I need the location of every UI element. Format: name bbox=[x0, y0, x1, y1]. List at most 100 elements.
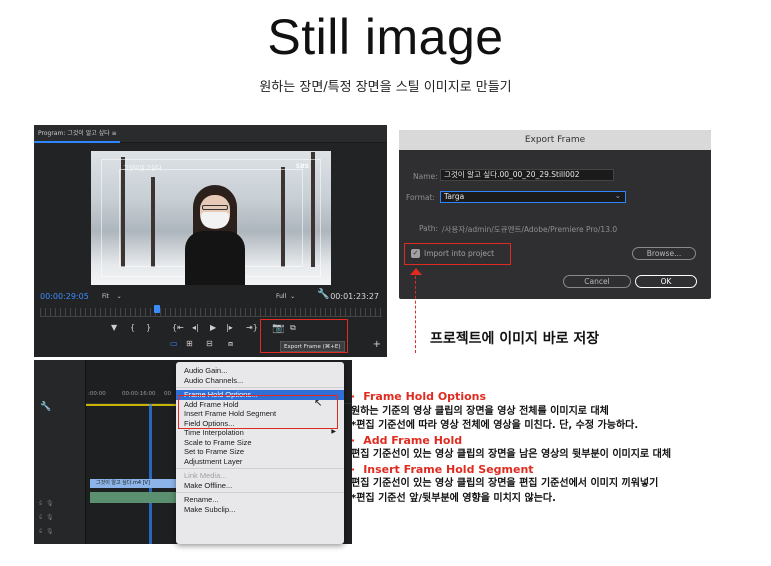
note-line: 편집 기준선이 있는 영상 클립의 장면을 남은 영상의 뒷부분이 이미지로 대… bbox=[351, 449, 672, 460]
menu-item-make-subclip[interactable]: Make Subclip... bbox=[176, 505, 344, 515]
resolution-select[interactable]: Full ⌄ bbox=[276, 293, 295, 300]
note-line: *편집 기준선에 따라 영상 전체에 영상을 미친다. 단, 수정 가능하다. bbox=[351, 420, 639, 431]
current-timecode[interactable]: 00:00:29:05 bbox=[40, 292, 89, 301]
go-to-out-icon[interactable]: ⇥} bbox=[246, 323, 258, 332]
dialog-title: Export Frame bbox=[399, 130, 711, 150]
note-line: 편집 기준선이 있는 영상 클립의 장면을 편집 기준선에서 이미지 끼워넣기 bbox=[351, 478, 659, 489]
cancel-button[interactable]: Cancel bbox=[563, 275, 631, 288]
arrow-up-icon bbox=[410, 268, 422, 275]
dashed-arrow-line bbox=[415, 271, 416, 353]
path-label: Path: bbox=[419, 224, 439, 233]
note-line: 원하는 기준의 영상 클립의 장면을 영상 전체를 이미지로 대체 bbox=[351, 405, 609, 417]
zoom-select[interactable]: Fit ⌄ bbox=[102, 293, 122, 300]
go-to-in-icon[interactable]: {⇤ bbox=[172, 323, 184, 332]
program-video-frame: 그것이알고싶다 SBS bbox=[91, 151, 331, 285]
add-marker-icon[interactable]: ▼ bbox=[111, 323, 117, 332]
mark-out-icon[interactable]: } bbox=[146, 323, 151, 332]
menu-item-label: Time Interpolation bbox=[184, 428, 244, 437]
frame-hold-notes: · Frame Hold Options 원하는 기준의 영상 클립의 장면을 영… bbox=[351, 390, 771, 506]
menu-separator bbox=[176, 492, 344, 493]
play-icon[interactable]: ▶ bbox=[210, 323, 216, 332]
menu-separator bbox=[176, 468, 344, 469]
import-label[interactable]: Import into project bbox=[424, 249, 494, 258]
format-value: Targa bbox=[444, 192, 465, 201]
note-heading-frame-hold-options: · Frame Hold Options bbox=[351, 390, 771, 405]
note-line: *편집 기준선 앞/뒷부분에 영향을 미치지 않는다. bbox=[351, 492, 556, 504]
note-heading-text: Insert Frame Hold Segment bbox=[363, 462, 534, 476]
program-panel-title[interactable]: Program: 그것이 알고 싶다 ≡ bbox=[38, 130, 117, 137]
extract-icon[interactable]: ⊟ bbox=[206, 339, 213, 348]
timeline-time-a: :00:00 bbox=[88, 391, 106, 397]
note-heading-add-frame-hold: · Add Frame Hold bbox=[351, 434, 771, 449]
video-clip[interactable]: 그것이 알고 싶다.m4 [V] bbox=[90, 479, 182, 488]
broadcast-watermark: 그것이알고싶다 bbox=[123, 165, 162, 172]
note-heading-insert-frame-hold-segment: · Insert Frame Hold Segment bbox=[351, 463, 771, 478]
track-a3-header[interactable]: ś 🎙 bbox=[39, 528, 54, 535]
work-area-bar[interactable] bbox=[86, 404, 186, 406]
zoom-value: Fit bbox=[102, 293, 110, 300]
ruler-baseline bbox=[40, 316, 382, 317]
glasses bbox=[202, 205, 228, 210]
chevron-down-icon: ⌄ bbox=[109, 293, 122, 300]
page-subtitle: 원하는 장면/특정 장면을 스틸 이미지로 만들기 bbox=[259, 80, 512, 95]
note-heading-text: Add Frame Hold bbox=[363, 433, 463, 447]
duration-timecode: 00:01:23:27 bbox=[330, 292, 379, 301]
track-headers: 🔧 ś 🎙 ś 🎙 ś 🎙 bbox=[34, 360, 86, 544]
timeline-time-b: 00:00:16:00 bbox=[122, 391, 156, 397]
broadcaster-logo: SBS bbox=[295, 163, 309, 170]
playhead[interactable] bbox=[154, 305, 160, 313]
export-frame-dialog: Export Frame Name: 그것이 알고 싶다.00_00_20_29… bbox=[399, 130, 711, 299]
program-panel-header: Program: 그것이 알고 싶다 ≡ bbox=[34, 125, 387, 143]
track-a2-header[interactable]: ś 🎙 bbox=[39, 514, 54, 521]
format-select[interactable]: Targa ⌄ bbox=[440, 191, 626, 203]
audio-clip[interactable] bbox=[90, 492, 182, 503]
comparison-view-icon[interactable]: ⧈ bbox=[228, 339, 233, 349]
face-mask bbox=[201, 212, 229, 228]
resolution-value: Full bbox=[276, 293, 287, 300]
interviewee bbox=[185, 185, 245, 285]
page-title: Still image bbox=[267, 9, 504, 65]
name-label: Name: bbox=[413, 172, 438, 181]
menu-item-adjustment-layer[interactable]: Adjustment Layer bbox=[176, 457, 344, 467]
bullet: · bbox=[351, 433, 356, 447]
menu-item-audio-channels[interactable]: Audio Channels... bbox=[176, 376, 344, 386]
bullet: · bbox=[351, 462, 356, 476]
menu-item-audio-gain[interactable]: Audio Gain... bbox=[176, 366, 344, 376]
format-label: Format: bbox=[406, 193, 435, 202]
time-ruler[interactable] bbox=[40, 308, 382, 316]
bullet: · bbox=[351, 390, 356, 403]
menu-item-time-interpolation[interactable]: Time Interpolation ▶ bbox=[176, 428, 344, 438]
active-panel-indicator bbox=[34, 141, 120, 143]
menu-item-rename[interactable]: Rename... bbox=[176, 495, 344, 505]
import-checkbox[interactable]: ✓ bbox=[411, 249, 420, 258]
browse-button[interactable]: Browse... bbox=[632, 247, 696, 260]
wrench-icon[interactable]: 🔧 bbox=[317, 289, 329, 300]
path-value: /사용자/admin/도큐멘트/Adobe/Premiere Pro/13.0 bbox=[442, 225, 618, 234]
menu-item-scale-to-frame-size[interactable]: Scale to Frame Size bbox=[176, 438, 344, 448]
menu-separator bbox=[176, 387, 344, 388]
menu-item-set-to-frame-size[interactable]: Set to Frame Size bbox=[176, 447, 344, 457]
export-frame-highlight bbox=[260, 319, 348, 353]
track-a1-header[interactable]: ś 🎙 bbox=[39, 500, 54, 507]
submenu-arrow-icon: ▶ bbox=[331, 429, 336, 435]
note-heading-text: Frame Hold Options bbox=[363, 390, 487, 403]
lift-icon[interactable]: ⊞ bbox=[186, 339, 193, 348]
mouse-cursor-icon: ↖ bbox=[314, 398, 323, 409]
wrench-icon[interactable]: 🔧 bbox=[40, 402, 51, 412]
step-back-icon[interactable]: ◂| bbox=[192, 323, 199, 332]
add-button-icon[interactable]: + bbox=[373, 339, 381, 350]
clip-context-menu: Audio Gain... Audio Channels... Frame Ho… bbox=[176, 362, 344, 544]
menu-item-link-media: Link Media... bbox=[184, 471, 227, 480]
mark-in-icon[interactable]: { bbox=[130, 323, 135, 332]
menu-item-make-offline[interactable]: Make Offline... bbox=[176, 481, 344, 491]
name-field[interactable]: 그것이 알고 싶다.00_00_20_29.Still002 bbox=[440, 169, 614, 181]
ok-button[interactable]: OK bbox=[635, 275, 697, 288]
safe-margins-icon[interactable]: ▭ bbox=[170, 339, 178, 348]
save-note: 프로젝트에 이미지 바로 저장 bbox=[430, 331, 600, 347]
chevron-down-icon: ⌄ bbox=[614, 191, 621, 200]
coat bbox=[185, 231, 245, 285]
timeline-time-c: 00 bbox=[164, 391, 171, 397]
timeline-playhead[interactable] bbox=[149, 404, 152, 544]
step-forward-icon[interactable]: |▸ bbox=[226, 323, 233, 332]
chevron-down-icon: ⌄ bbox=[286, 293, 296, 300]
